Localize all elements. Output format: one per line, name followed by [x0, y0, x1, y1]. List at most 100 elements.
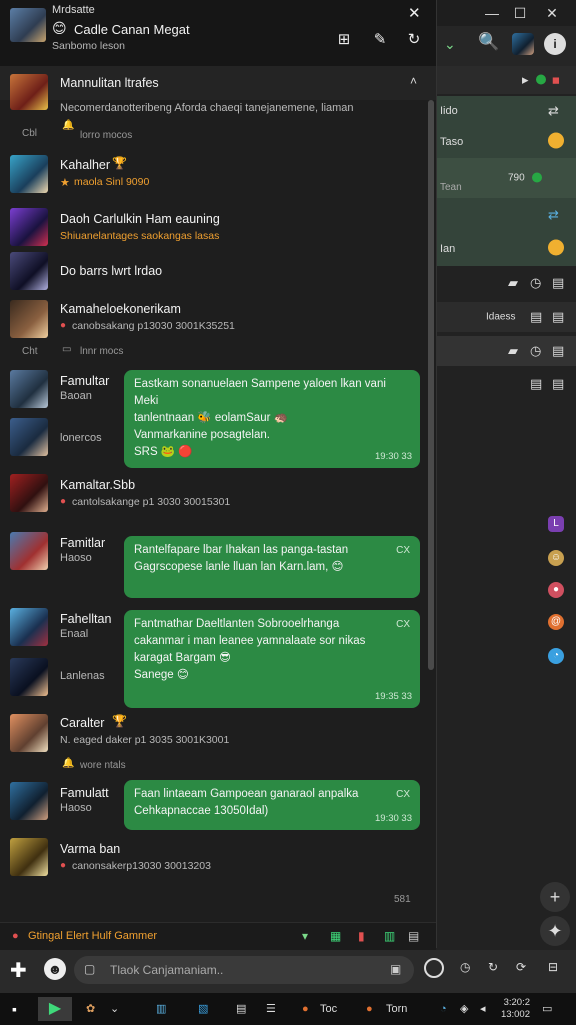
app-icon[interactable]: ✿ [86, 997, 95, 1021]
store-icon[interactable]: ▧ [198, 997, 208, 1021]
message-bubble[interactable]: Faan lintaeam Gampoean ganaraol anpalka … [124, 780, 420, 830]
clock-icon[interactable]: ◷ [460, 960, 470, 974]
bg-row[interactable]: ▰ ◷ ▤ [436, 336, 576, 366]
avatar[interactable] [10, 838, 48, 876]
contact-name[interactable]: Kahalher [60, 158, 110, 172]
bg-row[interactable]: ⇄ [436, 198, 576, 232]
refresh-icon[interactable]: ↻ [404, 30, 424, 50]
attach-icon[interactable]: ▢ [84, 962, 95, 976]
green-status-icon [532, 171, 542, 186]
pause-icon[interactable]: ▮ [358, 929, 365, 943]
avatar[interactable] [10, 155, 48, 193]
avatar[interactable] [10, 532, 48, 570]
taskbar-item[interactable]: Toc [320, 997, 337, 1021]
message-bubble[interactable]: Rantelfapare lbar Ihakan las panga-tasta… [124, 536, 420, 598]
record-icon[interactable] [424, 958, 444, 978]
notification-icon[interactable]: ▭ [542, 997, 552, 1021]
flag-icon[interactable]: ▾ [302, 929, 308, 943]
minimize-icon[interactable]: — [480, 4, 504, 22]
app-icon[interactable]: L [548, 516, 564, 532]
info-icon[interactable]: i [544, 33, 566, 55]
files-icon[interactable]: ▥ [156, 997, 166, 1021]
ball-icon[interactable]: ● [548, 582, 564, 598]
bg-row[interactable]: 790 Tean [436, 158, 576, 198]
search-icon[interactable]: 🔍 [478, 32, 499, 52]
app-icon[interactable]: ● [366, 997, 373, 1021]
pin-icon[interactable]: ✦ [540, 916, 570, 946]
avatar[interactable] [10, 208, 48, 246]
contact-name[interactable]: Do barrs lwrt lrdao [60, 264, 162, 278]
chevron-down-icon[interactable]: ⌄ [444, 36, 456, 53]
play-store-icon[interactable]: ▶ [38, 997, 72, 1021]
at-icon[interactable]: @ [548, 614, 564, 630]
alert-icon: ● [12, 930, 19, 942]
scrollbar[interactable] [428, 100, 434, 670]
volume-icon[interactable]: ◂ [480, 997, 486, 1021]
message-input[interactable]: ▢ Tlaok Canjamaniam.. ▣ [74, 956, 414, 984]
contact-name[interactable]: Kamaltar.Sbb [60, 478, 135, 492]
network-icon[interactable]: ◔ [440, 997, 447, 1021]
chevron-down-icon[interactable]: ⌄ [110, 997, 119, 1021]
avatar[interactable] [10, 300, 48, 338]
group-avatar[interactable] [10, 8, 46, 42]
clock[interactable]: 3:20:2 13:002 [498, 997, 530, 1021]
plus-icon[interactable]: ✚ [10, 958, 27, 983]
avatar[interactable] [10, 370, 48, 408]
bars-icon[interactable]: ▥ [384, 929, 395, 943]
doc-icon: ▤ [552, 275, 565, 290]
shield-icon[interactable]: ◈ [460, 997, 468, 1021]
avatar[interactable] [10, 474, 48, 512]
taskbar-item[interactable]: Torn [386, 997, 407, 1021]
folder-icon: ▰ [508, 343, 518, 358]
bg-row[interactable]: ▸ ■ [436, 66, 576, 94]
refresh-icon[interactable]: ↻ [488, 960, 498, 974]
list-icon[interactable]: ☰ [266, 997, 276, 1021]
avatar[interactable] [10, 658, 48, 696]
clock-icon: ◷ [530, 343, 542, 358]
bell-icon: 🔔 [62, 120, 75, 131]
contact-name[interactable]: Caralter [60, 716, 104, 730]
close-icon[interactable]: ✕ [408, 4, 421, 22]
plus-icon[interactable]: + [540, 882, 570, 912]
bg-row[interactable]: ▰ ◷ ▤ [436, 268, 576, 298]
emoji-icon[interactable]: ☺ [548, 550, 564, 566]
doc-icon[interactable]: ▤ [236, 997, 246, 1021]
message-bubble[interactable]: Eastkam sonanuelaen Sampene yaloen lkan … [124, 370, 420, 468]
contact-name[interactable]: Varma ban [60, 842, 120, 856]
avatar[interactable] [10, 608, 48, 646]
emoji-icon[interactable]: ☻ [44, 958, 66, 980]
list-icon[interactable]: ▤ [408, 929, 419, 943]
attach-icon[interactable]: ⊞ [334, 30, 354, 50]
status-dot-icon: ● [60, 320, 67, 331]
message-bubble[interactable]: Fantmathar Daeltlanten Sobrooelrhanga ca… [124, 610, 420, 708]
app-icon[interactable]: ● [302, 997, 309, 1021]
contact-name[interactable]: Kamaheloekonerikam [60, 302, 181, 316]
message-line: Rantelfapare lbar Ihakan las panga-tasta… [134, 544, 349, 556]
message-line: Gagrscopese lanle lluan lan Karn.lam, 😊 [134, 561, 344, 573]
close-icon[interactable]: ✕ [540, 4, 564, 22]
avatar[interactable] [10, 714, 48, 752]
bg-row[interactable]: ▤ ▤ [436, 370, 576, 398]
section-header[interactable]: Mannulitan ltrafes ˄ [0, 66, 436, 110]
bg-row[interactable]: Ian [436, 232, 576, 266]
image-icon[interactable]: ▣ [390, 962, 401, 976]
bg-row[interactable]: Idaess ▤ ▤ [436, 302, 576, 332]
start-icon[interactable]: ▪ [12, 997, 17, 1021]
send-icon[interactable]: ⊟ [548, 960, 558, 974]
grid-icon[interactable]: ▦ [330, 929, 341, 943]
input-placeholder: Tlaok Canjamaniam.. [110, 963, 224, 977]
avatar[interactable] [10, 782, 48, 820]
maximize-icon[interactable]: ☐ [508, 4, 532, 22]
contact-name[interactable]: Daoh Carlulkin Ham eauning [60, 212, 220, 226]
bg-row-value: 790 [508, 172, 525, 184]
chevron-up-icon[interactable]: ˄ [410, 74, 417, 88]
avatar[interactable] [10, 252, 48, 290]
sync-icon[interactable]: ⟳ [516, 960, 526, 974]
avatar[interactable] [512, 33, 534, 55]
mic-icon[interactable]: ✎ [370, 30, 390, 50]
chat-icon[interactable]: ◔ [548, 648, 564, 664]
avatar[interactable] [10, 74, 48, 110]
bg-row[interactable]: Taso [436, 126, 576, 158]
bg-row[interactable]: Iido ⇄ [436, 96, 576, 126]
avatar[interactable] [10, 418, 48, 456]
